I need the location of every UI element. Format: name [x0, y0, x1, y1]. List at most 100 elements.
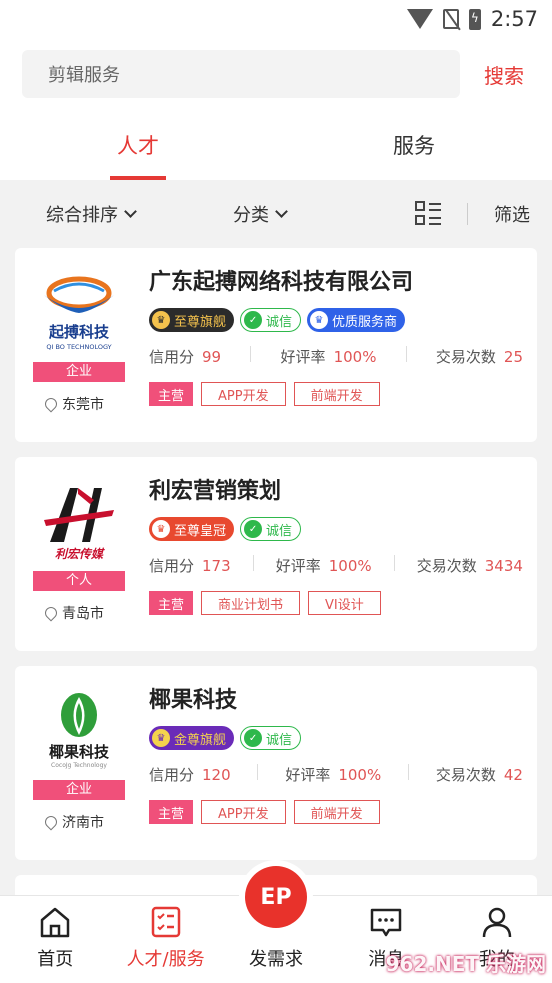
nav-talent-services[interactable]: 人才/服务 [110, 896, 220, 983]
trophy-icon: ♛ [152, 729, 170, 747]
company-name: 利宏营销策划 [149, 479, 282, 504]
svg-text:起搏科技: 起搏科技 [48, 323, 110, 341]
service-tags: 主营 APP开发 前端开发 [149, 800, 380, 824]
divider [393, 555, 395, 571]
talent-card[interactable]: 利宏传媒 个人 青岛市 利宏营销策划 ♛ 至尊皇冠 ✓ 诚信 信用分 173 好评率 1… [15, 457, 537, 651]
divider [408, 764, 410, 780]
search-input[interactable]: 剪辑服务 [22, 50, 460, 98]
message-icon [371, 908, 402, 937]
city-label: 济南市 [62, 815, 104, 831]
crown-icon: ♛ [152, 520, 170, 538]
shield-icon: ✓ [244, 729, 263, 747]
watermark: 962.NET 乐游网 [385, 952, 546, 976]
home-icon [40, 907, 70, 938]
divider [250, 346, 252, 362]
credit-value: 120 [202, 765, 231, 784]
location: 东莞市 [42, 394, 104, 414]
service-tag: 前端开发 [293, 382, 380, 406]
credit-label: 信用分 [149, 348, 195, 366]
sort-label: 综合排序 [46, 205, 118, 226]
credit-value: 99 [202, 347, 222, 366]
filter-button[interactable]: 筛选 [494, 201, 530, 227]
crown-icon: ♛ [310, 311, 329, 329]
nav-home[interactable]: 首页 [0, 896, 110, 983]
svg-text:QI BO TECHNOLOGY: QI BO TECHNOLOGY [46, 343, 111, 351]
lihong-logo-icon: 利宏传媒 [44, 488, 114, 561]
chevron-down-icon [124, 205, 137, 218]
main-business-tag: 主营 [149, 382, 194, 406]
qibo-logo-icon: 起搏科技 QI BO TECHNOLOGY [44, 276, 114, 351]
rating-label: 好评率 [280, 348, 326, 366]
tab-talent[interactable]: 人才 [0, 110, 276, 180]
main-business-tag: 主营 [149, 591, 194, 615]
company-logo: 起搏科技 QI BO TECHNOLOGY [33, 270, 125, 356]
svg-text:利宏传媒: 利宏传媒 [55, 547, 105, 561]
nav-talent-services-label: 人才/服务 [126, 949, 205, 970]
stats-row: 信用分 173 好评率 100% 交易次数 3434 [149, 555, 523, 576]
divider [257, 764, 259, 780]
badge-supreme-crown: ♛ 至尊皇冠 [149, 517, 235, 541]
deals-label: 交易次数 [435, 766, 496, 784]
company-logo: 椰果科技 CocoJg Technology [33, 688, 125, 774]
wifi-icon [406, 9, 433, 29]
svg-text:椰果科技: 椰果科技 [49, 743, 110, 761]
shield-icon: ✓ [244, 520, 263, 538]
account-type-badge: 企业 [33, 780, 125, 800]
badge-quality-provider: ♛ 优质服务商 [307, 308, 406, 332]
company-logo: 利宏传媒 [33, 479, 125, 565]
search-row: 剪辑服务 搜索 [0, 38, 552, 110]
post-request-fab[interactable]: EP [245, 866, 307, 928]
service-tags: 主营 APP开发 前端开发 [149, 382, 380, 406]
no-sim-icon [442, 9, 459, 29]
location-pin-icon [42, 813, 60, 831]
service-tag: 前端开发 [293, 800, 380, 824]
svg-text:CocoJg Technology: CocoJg Technology [51, 762, 107, 769]
category-dropdown[interactable]: 分类 [233, 201, 288, 227]
user-icon [482, 907, 512, 938]
tab-bar: 人才 服务 [0, 110, 552, 180]
search-button[interactable]: 搜索 [484, 60, 524, 89]
location: 青岛市 [42, 603, 104, 623]
location-pin-icon [42, 604, 60, 622]
sort-dropdown[interactable]: 综合排序 [46, 201, 137, 227]
deals-value: 42 [503, 765, 523, 784]
talent-card[interactable]: 起搏科技 QI BO TECHNOLOGY 企业 东莞市 广东起搏网络科技有限公… [15, 248, 537, 442]
account-type-badge: 个人 [33, 571, 125, 591]
nav-home-label: 首页 [37, 949, 74, 970]
status-time: 2:57 [490, 7, 538, 31]
rating-label: 好评率 [285, 766, 331, 784]
talent-list: 起搏科技 QI BO TECHNOLOGY 企业 东莞市 广东起搏网络科技有限公… [0, 248, 552, 905]
deals-label: 交易次数 [416, 557, 477, 575]
layout-toggle-icon[interactable] [415, 201, 441, 227]
badge-row: ♛ 至尊旗舰 ✓ 诚信 ♛ 优质服务商 [149, 308, 406, 332]
tab-services[interactable]: 服务 [276, 110, 552, 180]
badge-integrity: ✓ 诚信 [240, 517, 302, 541]
location: 济南市 [42, 812, 104, 832]
chevron-down-icon [275, 205, 288, 218]
city-label: 青岛市 [62, 606, 104, 622]
service-tag: APP开发 [201, 800, 286, 824]
category-label: 分类 [233, 205, 269, 226]
badge-integrity: ✓ 诚信 [240, 726, 302, 750]
badge-integrity: ✓ 诚信 [240, 308, 302, 332]
shield-icon: ✓ [244, 311, 263, 329]
talent-card[interactable]: 椰果科技 CocoJg Technology 企业 济南市 椰果科技 ♛ 金尊旗舰… [15, 666, 537, 860]
main-business-tag: 主营 [149, 800, 194, 824]
company-name: 椰果科技 [149, 688, 238, 713]
divider [405, 346, 407, 362]
company-name: 广东起搏网络科技有限公司 [149, 270, 414, 295]
rating-label: 好评率 [275, 557, 321, 575]
service-tag: 商业计划书 [201, 591, 301, 615]
badge-supreme-flagship: ♛ 至尊旗舰 [149, 308, 235, 332]
stats-row: 信用分 99 好评率 100% 交易次数 25 [149, 346, 523, 367]
badge-row: ♛ 金尊旗舰 ✓ 诚信 [149, 726, 302, 750]
crown-icon: ♛ [152, 311, 170, 329]
filter-bar: 综合排序 分类 筛选 [0, 180, 552, 248]
city-label: 东莞市 [62, 397, 104, 413]
credit-label: 信用分 [149, 766, 195, 784]
rating-value: 100% [338, 765, 382, 784]
rating-value: 100% [328, 556, 372, 575]
stats-row: 信用分 120 好评率 100% 交易次数 42 [149, 764, 523, 785]
deals-value: 3434 [484, 556, 523, 575]
deals-value: 25 [503, 347, 523, 366]
